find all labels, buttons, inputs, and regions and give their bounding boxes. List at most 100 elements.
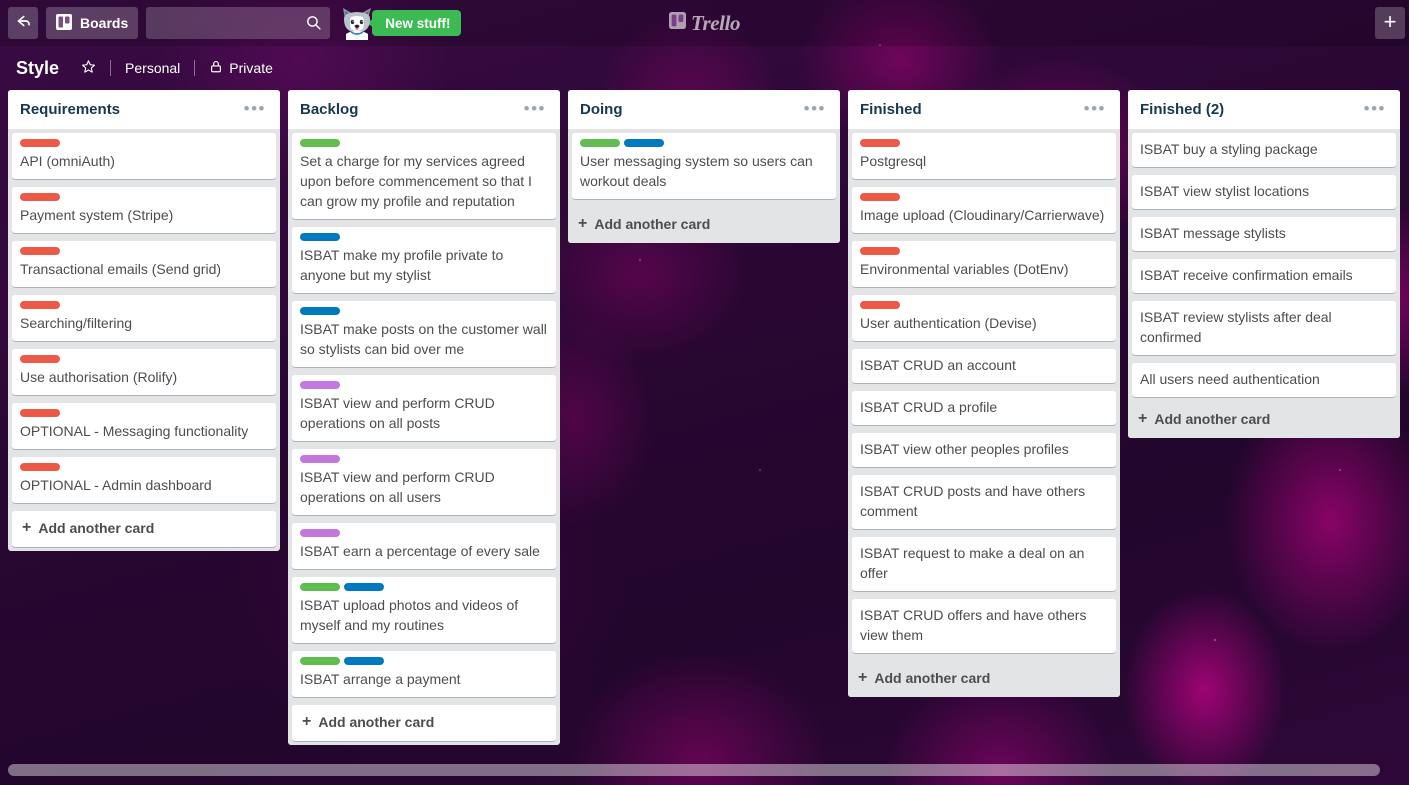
card-label[interactable] xyxy=(860,300,900,309)
card-label[interactable] xyxy=(20,462,60,471)
card[interactable]: Use authorisation (Rolify) xyxy=(12,348,276,395)
card[interactable]: Payment system (Stripe) xyxy=(12,186,276,233)
back-button[interactable] xyxy=(8,7,38,39)
card-label[interactable] xyxy=(860,246,900,255)
card[interactable]: ISBAT CRUD posts and have others comment xyxy=(852,474,1116,529)
list-title[interactable]: Doing xyxy=(580,101,623,119)
card[interactable]: ISBAT review stylists after deal confirm… xyxy=(1132,300,1396,355)
list-title[interactable]: Finished (2) xyxy=(1140,101,1224,119)
card-label[interactable] xyxy=(300,306,340,315)
card-label[interactable] xyxy=(20,246,60,255)
ellipsis-icon[interactable]: ••• xyxy=(1360,100,1390,117)
card-labels xyxy=(20,138,268,147)
list-header: Finished (2) ••• xyxy=(1128,90,1400,129)
ellipsis-icon[interactable]: ••• xyxy=(520,100,550,117)
card[interactable]: ISBAT request to make a deal on an offer xyxy=(852,536,1116,591)
board-team-button[interactable]: Personal xyxy=(117,55,188,81)
list-header: Doing ••• xyxy=(568,90,840,129)
card-labels xyxy=(300,656,548,665)
board-visibility-button[interactable]: Private xyxy=(201,54,281,82)
card-label[interactable] xyxy=(344,656,384,665)
card-title: ISBAT receive confirmation emails xyxy=(1140,266,1353,283)
card[interactable]: All users need authentication xyxy=(1132,362,1396,397)
card-title: ISBAT view and perform CRUD operations o… xyxy=(300,394,495,431)
card-title: ISBAT CRUD offers and have others view t… xyxy=(860,606,1087,643)
card-label[interactable] xyxy=(300,232,340,241)
card[interactable]: ISBAT view and perform CRUD operations o… xyxy=(292,374,556,441)
card-label[interactable] xyxy=(20,408,60,417)
card-label[interactable] xyxy=(300,656,340,665)
card[interactable]: OPTIONAL - Admin dashboard xyxy=(12,456,276,503)
card-label[interactable] xyxy=(20,354,60,363)
card[interactable]: ISBAT make my profile private to anyone … xyxy=(292,226,556,293)
scrollbar-thumb[interactable] xyxy=(8,764,1381,776)
boards-button[interactable]: Boards xyxy=(46,7,139,39)
card[interactable]: ISBAT CRUD a profile xyxy=(852,390,1116,425)
card-title: OPTIONAL - Messaging functionality xyxy=(20,422,249,439)
husky-mascot-icon[interactable] xyxy=(338,6,376,40)
card-label[interactable] xyxy=(300,138,340,147)
card[interactable]: ISBAT CRUD an account xyxy=(852,348,1116,383)
list-title[interactable]: Requirements xyxy=(20,101,120,119)
card-label[interactable] xyxy=(344,582,384,591)
card[interactable]: Transactional emails (Send grid) xyxy=(12,240,276,287)
card-label[interactable] xyxy=(20,192,60,201)
card-label[interactable] xyxy=(300,380,340,389)
card[interactable]: ISBAT earn a percentage of every sale xyxy=(292,522,556,569)
card-label[interactable] xyxy=(20,300,60,309)
ellipsis-icon[interactable]: ••• xyxy=(240,100,270,117)
ellipsis-icon[interactable]: ••• xyxy=(800,100,830,117)
card[interactable]: Searching/filtering xyxy=(12,294,276,341)
card[interactable]: ISBAT view other peoples profiles xyxy=(852,432,1116,467)
card[interactable]: ISBAT make posts on the customer wall so… xyxy=(292,300,556,367)
list-cards-container[interactable]: Set a charge for my services agreed upon… xyxy=(288,129,560,705)
add-another-card-button[interactable]: + Add another card xyxy=(1128,402,1400,438)
card-title: Payment system (Stripe) xyxy=(20,206,174,223)
card[interactable]: ISBAT message stylists xyxy=(1132,216,1396,251)
add-button[interactable]: + xyxy=(1375,7,1405,39)
card-label[interactable] xyxy=(300,528,340,537)
board-horizontal-scrollbar[interactable] xyxy=(0,755,1409,785)
card[interactable]: User messaging system so users can worko… xyxy=(572,132,836,199)
card-labels xyxy=(300,138,548,147)
search-box[interactable] xyxy=(146,7,367,39)
card[interactable]: ISBAT upload photos and videos of myself… xyxy=(292,576,556,643)
card-label[interactable] xyxy=(300,582,340,591)
star-board-button[interactable] xyxy=(73,54,104,82)
list-finished-2: Finished (2) ••• ISBAT buy a styling packa… xyxy=(1128,90,1400,438)
card[interactable]: Set a charge for my services agreed upon… xyxy=(292,132,556,219)
card[interactable]: ISBAT arrange a payment xyxy=(292,650,556,697)
card[interactable]: ISBAT CRUD offers and have others view t… xyxy=(852,598,1116,653)
add-another-card-button[interactable]: + Add another card xyxy=(12,510,276,547)
card[interactable]: ISBAT view and perform CRUD operations o… xyxy=(292,448,556,515)
card-label[interactable] xyxy=(624,138,664,147)
card-title: OPTIONAL - Admin dashboard xyxy=(20,476,212,493)
list-title[interactable]: Finished xyxy=(860,101,922,119)
new-stuff-badge[interactable]: New stuff! xyxy=(366,10,462,36)
boards-button-label: Boards xyxy=(80,15,129,31)
card[interactable]: OPTIONAL - Messaging functionality xyxy=(12,402,276,449)
card-title: ISBAT view and perform CRUD operations o… xyxy=(300,468,495,505)
card-label[interactable] xyxy=(860,138,900,147)
list-title[interactable]: Backlog xyxy=(300,101,358,119)
search-input[interactable] xyxy=(146,7,367,39)
card[interactable]: ISBAT view stylist locations xyxy=(1132,174,1396,209)
list-cards-container: API (omniAuth) Payment system (Stripe) Tra… xyxy=(8,129,280,511)
ellipsis-icon[interactable]: ••• xyxy=(1080,100,1110,117)
card-label[interactable] xyxy=(300,454,340,463)
add-another-card-button[interactable]: + Add another card xyxy=(568,206,840,243)
add-another-card-button[interactable]: + Add another card xyxy=(848,660,1120,697)
card[interactable]: User authentication (Devise) xyxy=(852,294,1116,341)
card-label[interactable] xyxy=(20,138,60,147)
card-label[interactable] xyxy=(580,138,620,147)
card-labels xyxy=(300,582,548,591)
card[interactable]: API (omniAuth) xyxy=(12,132,276,179)
card-label[interactable] xyxy=(860,192,900,201)
card[interactable]: ISBAT buy a styling package xyxy=(1132,132,1396,167)
add-another-card-button[interactable]: + Add another card xyxy=(292,704,556,741)
card[interactable]: Image upload (Cloudinary/Carrierwave) xyxy=(852,186,1116,233)
card[interactable]: ISBAT receive confirmation emails xyxy=(1132,258,1396,293)
card[interactable]: Postgresql xyxy=(852,132,1116,179)
card-title: ISBAT message stylists xyxy=(1140,224,1286,241)
card[interactable]: Environmental variables (DotEnv) xyxy=(852,240,1116,287)
